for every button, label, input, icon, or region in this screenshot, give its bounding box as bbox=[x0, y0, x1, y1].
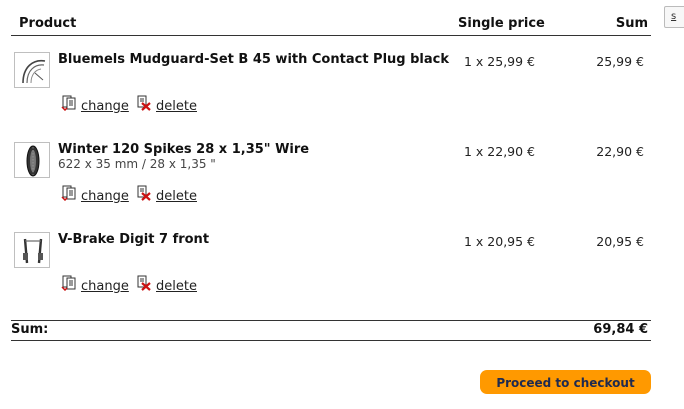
delete-label: delete bbox=[156, 99, 197, 114]
delete-document-icon bbox=[137, 95, 151, 111]
product-name[interactable]: Bluemels Mudguard-Set B 45 with Contact … bbox=[58, 52, 449, 67]
mudguard-icon bbox=[22, 59, 46, 84]
tire-icon bbox=[26, 145, 40, 177]
delete-document-icon bbox=[137, 275, 151, 291]
item-sum: 25,99 € bbox=[596, 54, 644, 69]
delete-document-icon bbox=[137, 185, 151, 201]
change-label: change bbox=[81, 279, 129, 294]
change-label: change bbox=[81, 189, 129, 204]
quantity-price: 1 x 22,90 € bbox=[464, 144, 536, 159]
total-divider-bottom bbox=[11, 340, 651, 341]
edit-document-icon bbox=[61, 185, 76, 201]
total-value: 69,84 € bbox=[593, 322, 648, 337]
proceed-to-checkout-button[interactable]: Proceed to checkout bbox=[480, 370, 651, 394]
quantity-price: 1 x 20,95 € bbox=[464, 234, 536, 249]
cart-item: Winter 120 Spikes 28 x 1,35" Wire 622 x … bbox=[0, 142, 684, 232]
change-label: change bbox=[81, 99, 129, 114]
cart-item: V-Brake Digit 7 front 1 x 20,95 € 20,95 … bbox=[0, 232, 684, 322]
edit-document-icon bbox=[61, 95, 76, 111]
column-header-single-price: Single price bbox=[458, 16, 545, 31]
product-thumbnail[interactable] bbox=[14, 142, 50, 178]
total-label: Sum: bbox=[11, 322, 49, 337]
total-divider-top bbox=[11, 320, 651, 321]
item-sum: 22,90 € bbox=[596, 144, 644, 159]
product-thumbnail[interactable] bbox=[14, 52, 50, 88]
delete-label: delete bbox=[156, 279, 197, 294]
header-divider bbox=[11, 35, 651, 36]
delete-label: delete bbox=[156, 189, 197, 204]
column-header-product: Product bbox=[19, 16, 77, 31]
product-name[interactable]: Winter 120 Spikes 28 x 1,35" Wire bbox=[58, 142, 309, 157]
column-header-sum: Sum bbox=[615, 16, 648, 31]
cart-item: Bluemels Mudguard-Set B 45 with Contact … bbox=[0, 52, 684, 142]
product-name[interactable]: V-Brake Digit 7 front bbox=[58, 232, 209, 247]
edit-document-icon bbox=[61, 275, 76, 291]
side-link-button[interactable]: s bbox=[664, 6, 684, 28]
product-subtitle: 622 x 35 mm / 28 x 1,35 " bbox=[58, 157, 216, 171]
item-sum: 20,95 € bbox=[596, 234, 644, 249]
product-thumbnail[interactable] bbox=[14, 232, 50, 268]
quantity-price: 1 x 25,99 € bbox=[464, 54, 536, 69]
v-brake-icon bbox=[23, 238, 43, 264]
